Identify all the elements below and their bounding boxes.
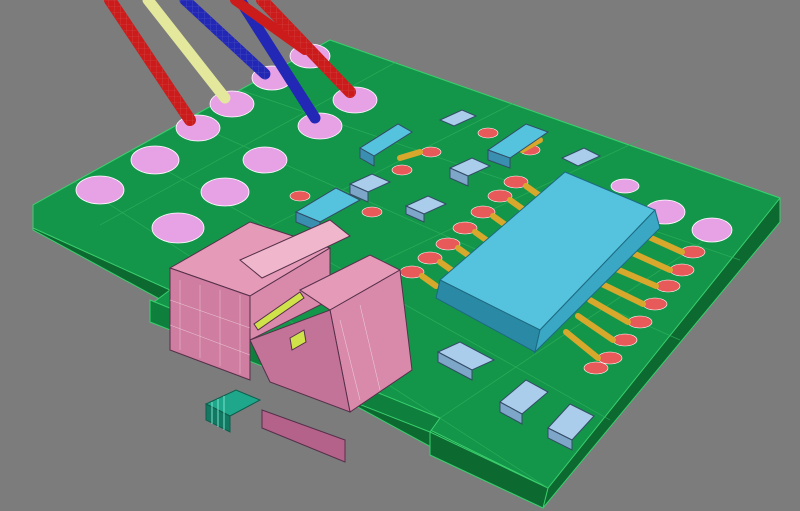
ball-pad bbox=[691, 217, 733, 243]
ball-pad bbox=[130, 145, 180, 175]
ball-pad bbox=[151, 212, 205, 244]
pcb-scene bbox=[32, 0, 781, 509]
ball-pad bbox=[75, 175, 125, 205]
ball-pad bbox=[242, 146, 288, 174]
ball-pad bbox=[200, 177, 250, 207]
3d-viewport[interactable] bbox=[0, 0, 800, 511]
ball-pad bbox=[610, 178, 640, 194]
